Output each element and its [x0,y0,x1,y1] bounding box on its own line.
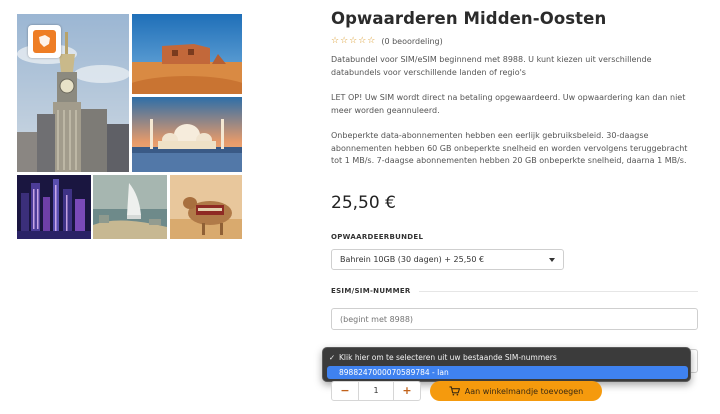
divider [419,291,698,292]
gallery-image-dubai-skyline[interactable] [17,175,91,239]
dropdown-option-sim[interactable]: 8988247000070589784 - Ian [327,366,688,379]
sim-number-input[interactable] [331,308,698,330]
product-title: Opwaarderen Midden-Oosten [331,9,607,28]
rating-stars-icon[interactable]: ☆☆☆☆☆ [331,36,376,46]
gallery-image-desert-ruins[interactable] [132,14,242,94]
dropdown-option-label: 8988247000070589784 - Ian [339,368,449,377]
quantity-value[interactable]: 1 [360,382,392,400]
review-count[interactable]: (0 beoordeling) [381,37,442,46]
chevron-down-icon [549,258,555,262]
map-icon [33,30,56,53]
sim-number-label: ESIM/SIM-NUMMER [331,287,411,295]
cart-icon [449,386,460,396]
product-price: 25,50 € [331,193,396,213]
quantity-stepper: − 1 + [331,381,421,401]
sim-chip-logo [28,25,61,58]
gallery-image-clock-tower[interactable] [17,14,129,172]
rating: ☆☆☆☆☆ (0 beoordeling) [331,36,443,46]
dropdown-option-label: Klik hier om te selecteren uit uw bestaa… [339,353,557,362]
decrease-quantity-button[interactable]: − [332,382,359,400]
product-description: Databundel voor SIM/eSIM beginnend met 8… [331,55,652,77]
bundle-select[interactable]: Bahrein 10GB (30 dagen) + 25,50 € [331,249,564,270]
increase-quantity-button[interactable]: + [393,382,420,400]
add-to-cart-label: Aan winkelmandje toevoegen [464,386,584,396]
product-warning: LET OP! Uw SIM wordt direct na betaling … [331,93,686,115]
checkmark-icon: ✓ [328,353,336,362]
gallery-image-camel[interactable] [170,175,242,239]
existing-sim-dropdown: ✓ Klik hier om te selecteren uit uw besta… [322,347,691,382]
fair-use-policy: Onbeperkte data-abonnementen hebben een … [331,131,688,165]
bundle-label: OPWAARDEERBUNDEL [331,233,424,241]
gallery-image-mosque[interactable] [132,97,242,172]
add-to-cart-button[interactable]: Aan winkelmandje toevoegen [430,381,602,401]
bundle-selected-value: Bahrein 10GB (30 dagen) + 25,50 € [340,255,485,264]
dropdown-option-prompt[interactable]: ✓ Klik hier om te selecteren uit uw besta… [327,351,688,364]
gallery-image-burj-al-arab[interactable] [93,175,167,239]
